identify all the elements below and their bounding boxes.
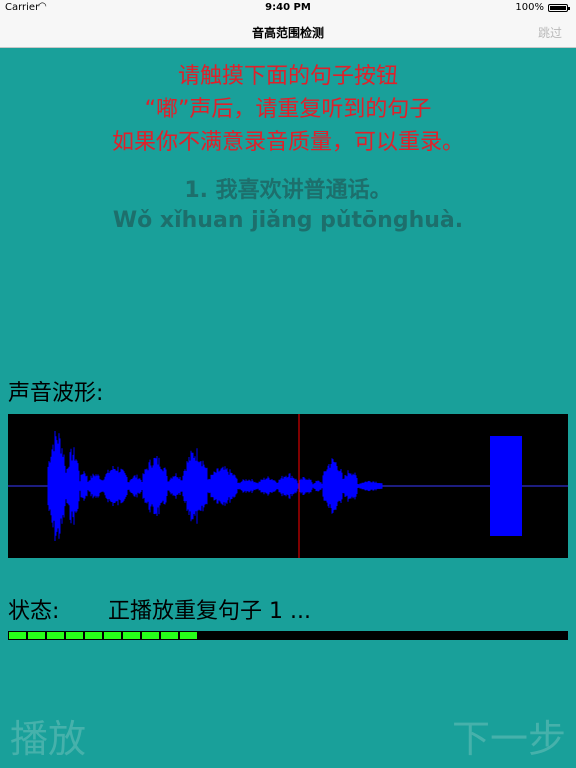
progress-segment xyxy=(85,632,102,639)
play-button[interactable]: 播放 xyxy=(10,708,86,763)
progress-segment xyxy=(180,632,197,639)
waveform-trace xyxy=(47,431,383,541)
battery-icon xyxy=(548,4,570,12)
instruction-line-2: “嘟”声后，请重复听到的句子 xyxy=(144,97,432,122)
waveform-beep-block xyxy=(490,436,522,536)
progress-segment xyxy=(47,632,64,639)
clock: 9:40 PM xyxy=(265,2,311,13)
instructions-text: 请触摸下面的句子按钮 “嘟”声后，请重复听到的句子 如果你不满意录音质量，可以重… xyxy=(0,60,576,159)
skip-button[interactable]: 跳过 xyxy=(538,24,562,41)
status-label: 状态: xyxy=(8,599,60,624)
sentence-button[interactable]: 1. 我喜欢讲普通话。 Wǒ xǐhuan jiǎng pǔtōnghuà. xyxy=(0,176,576,236)
instruction-line-1: 请触摸下面的句子按钮 xyxy=(177,64,398,89)
progress-segment xyxy=(161,632,178,639)
progress-segment xyxy=(66,632,83,639)
progress-segment xyxy=(28,632,45,639)
progress-segment xyxy=(9,632,26,639)
status-bar: Carrier ◠ 9:40 PM 100% xyxy=(0,0,576,16)
page-title: 音高范围检测 xyxy=(251,26,324,40)
sentence-pinyin: Wǒ xǐhuan jiǎng pǔtōnghuà. xyxy=(112,208,464,233)
instruction-line-3: 如果你不满意录音质量，可以重录。 xyxy=(111,130,464,155)
sentence-hanzi: 1. 我喜欢讲普通话。 xyxy=(184,178,392,203)
progress-segment xyxy=(123,632,140,639)
progress-bar xyxy=(8,631,568,640)
progress-segment xyxy=(142,632,159,639)
battery-percent: 100% xyxy=(515,2,544,13)
waveform-label: 声音波形: xyxy=(8,381,104,406)
progress-fill xyxy=(8,631,215,640)
status-line: 状态: 正播放重复句子 1 ... xyxy=(8,593,311,625)
progress-segment xyxy=(104,632,121,639)
status-value: 正播放重复句子 1 ... xyxy=(108,599,311,624)
next-step-button[interactable]: 下一步 xyxy=(452,708,566,763)
waveform-display xyxy=(8,414,568,558)
waveform-graph xyxy=(8,414,568,558)
navigation-bar: 音高范围检测 跳过 xyxy=(0,16,576,48)
